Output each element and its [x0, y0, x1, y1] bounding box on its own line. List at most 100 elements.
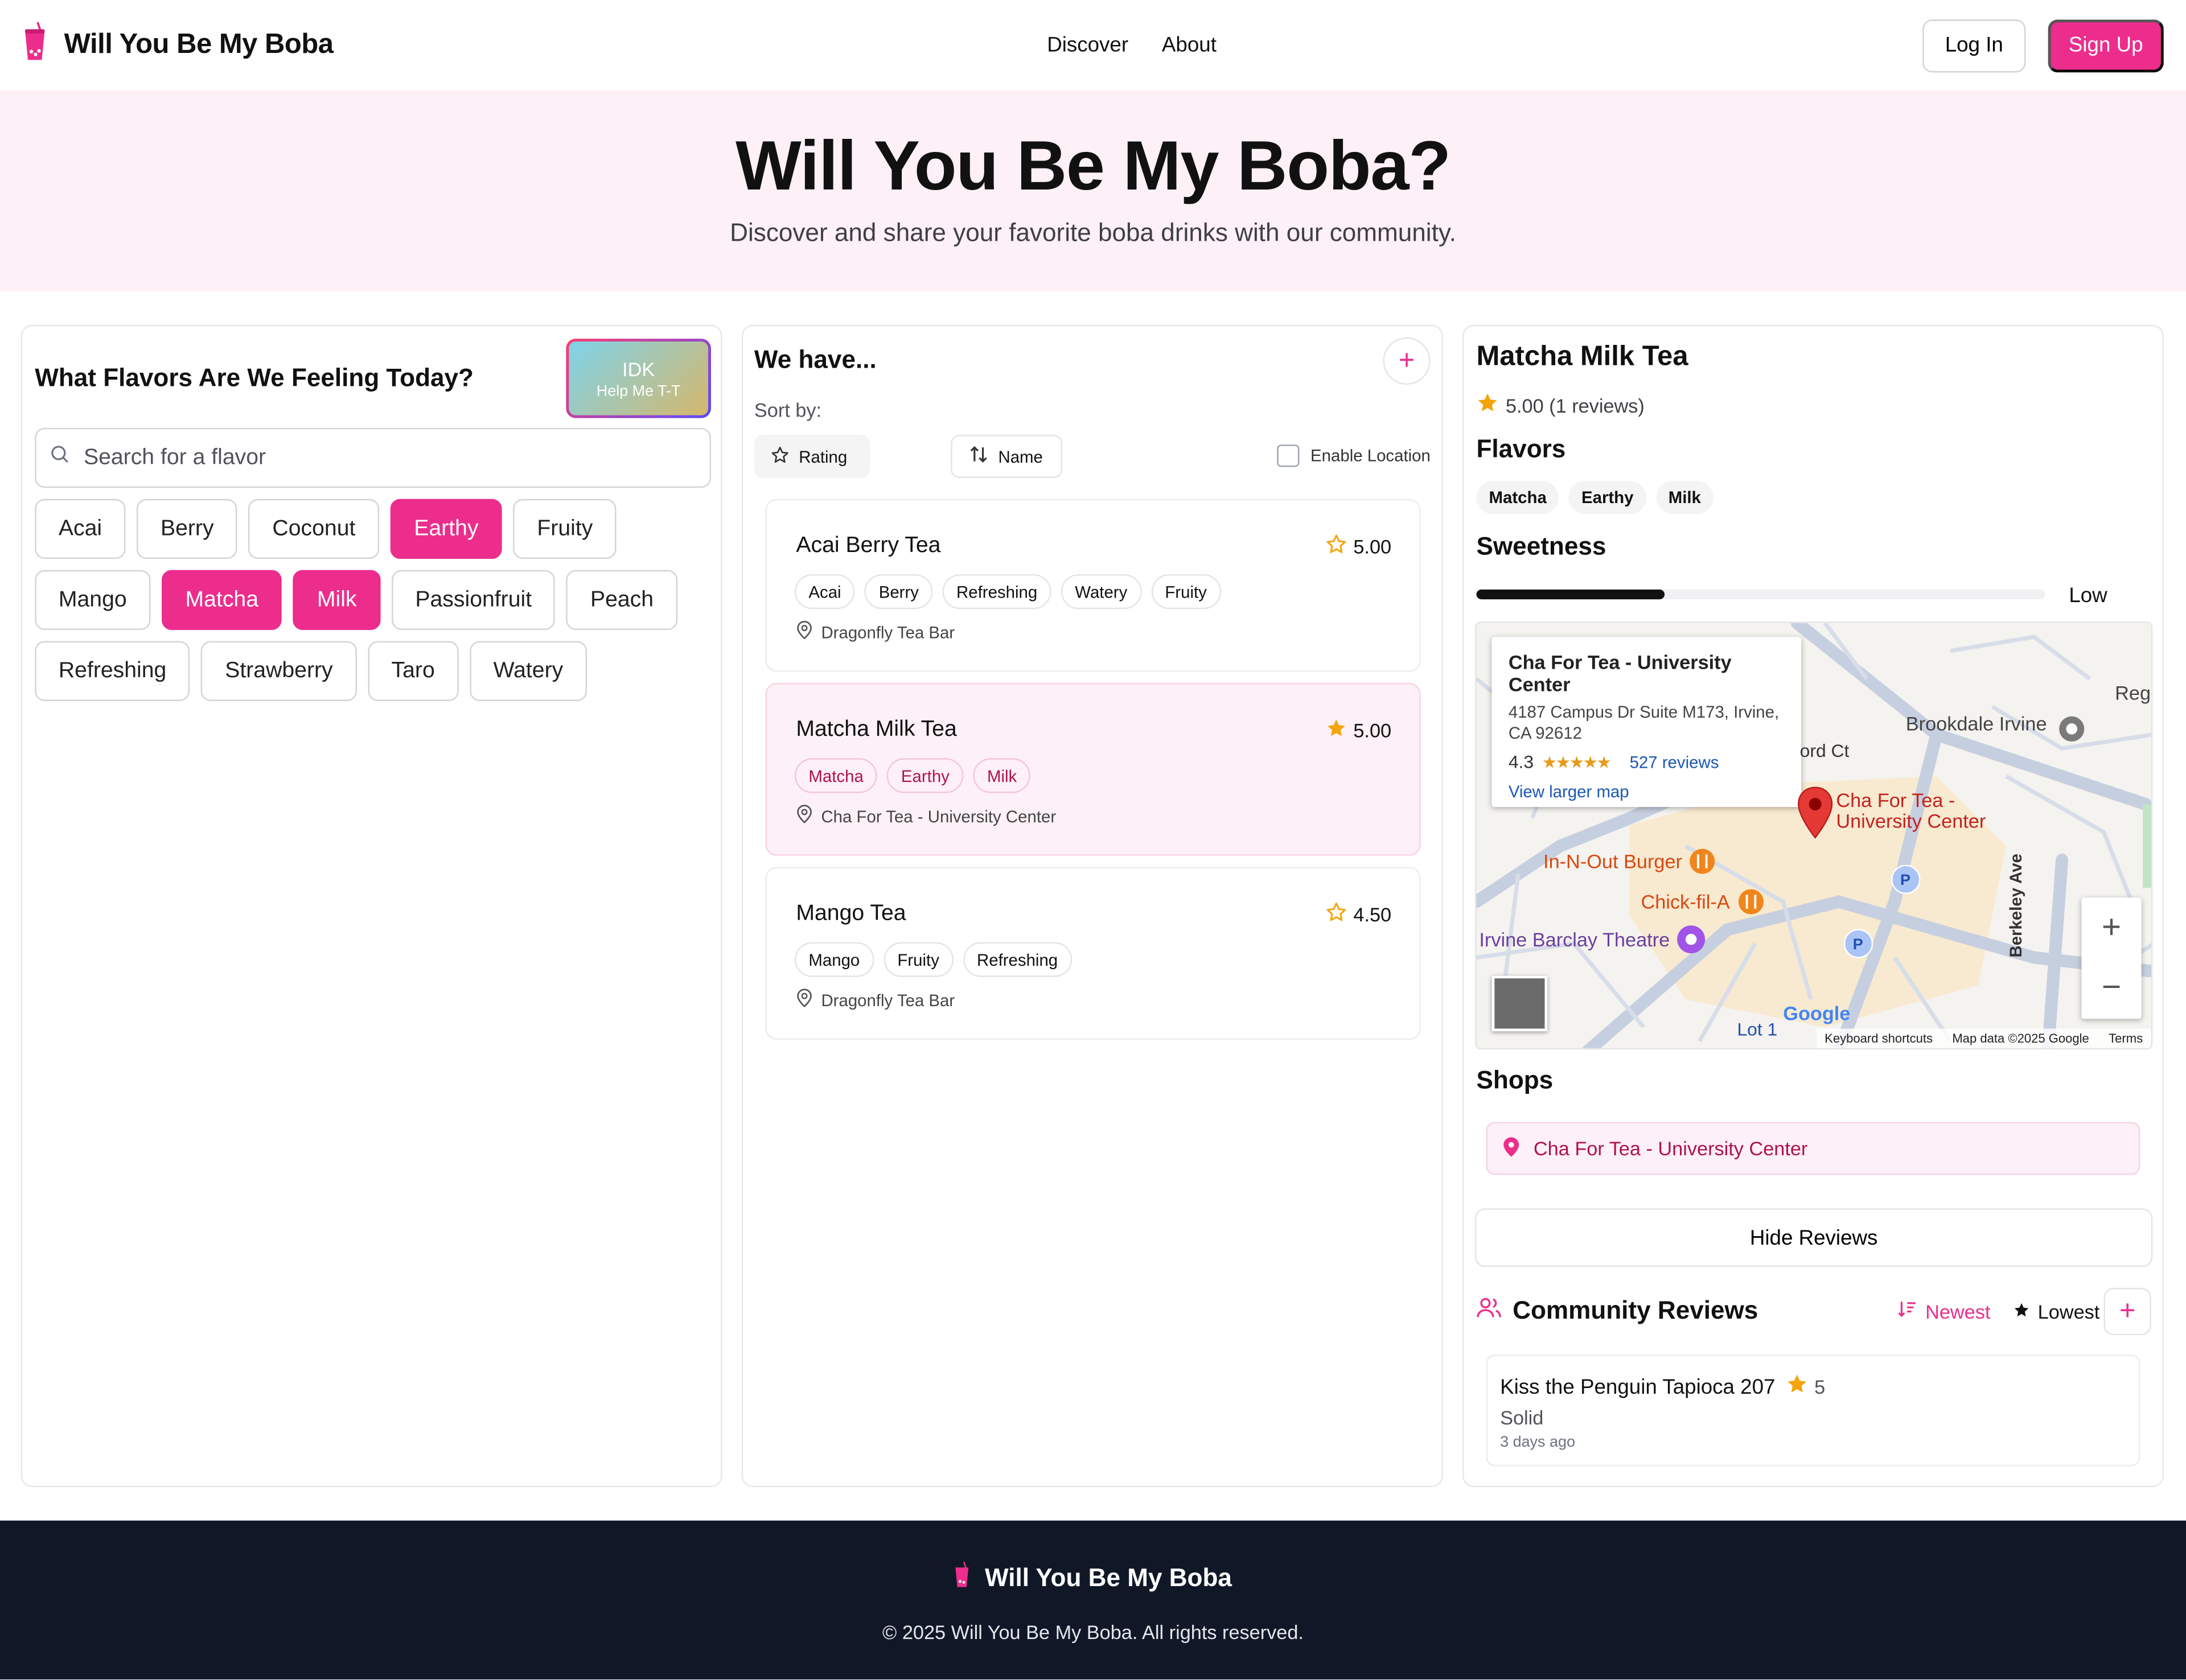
sort-rating-label: Rating: [799, 446, 848, 467]
flavor-chip[interactable]: Strawberry: [201, 641, 357, 701]
shop-map[interactable]: Cha For Tea - University Center 4187 Cam…: [1475, 621, 2153, 1050]
flavor-chip[interactable]: Matcha: [161, 570, 282, 630]
satellite-toggle-icon[interactable]: [1491, 975, 1548, 1032]
drink-tag: Matcha: [794, 758, 878, 793]
map-data: Map data ©2025 Google: [1952, 1031, 2089, 1045]
flavor-chip[interactable]: Earthy: [390, 499, 503, 559]
flavor-panel-title: What Flavors Are We Feeling Today?: [35, 364, 474, 392]
drink-name: Matcha Milk Tea: [796, 718, 957, 742]
flavor-chip[interactable]: Passionfruit: [391, 570, 556, 630]
idk-subtitle: Help Me T-T: [596, 383, 681, 400]
drink-card-rating: 4.50: [1325, 902, 1391, 927]
drink-name: Acai Berry Tea: [796, 533, 941, 558]
location-icon: [796, 620, 812, 644]
add-drink-button[interactable]: +: [1383, 337, 1431, 385]
add-review-button[interactable]: +: [2103, 1287, 2151, 1336]
flavor-chip[interactable]: Coconut: [248, 499, 380, 559]
search-icon: [50, 444, 69, 471]
detail-flavor-tag: Earthy: [1568, 480, 1646, 514]
map-reviews-link[interactable]: 527 reviews: [1630, 752, 1719, 771]
footer-brand: Will You Be My Boba: [0, 1561, 2186, 1596]
google-logo: Google: [1783, 1002, 1851, 1025]
map-zoom-controls: + −: [2081, 897, 2142, 1019]
sort-lowest-button[interactable]: Lowest: [2038, 1300, 2100, 1322]
drink-rating-value: 4.50: [1353, 903, 1392, 926]
sweetness-fill: [1476, 589, 1665, 600]
flavor-chip[interactable]: Fruity: [513, 499, 617, 559]
brand[interactable]: Will You Be My Boba: [22, 21, 334, 70]
sweetness-bar: [1476, 589, 2045, 600]
review-text: Solid: [1500, 1406, 1544, 1429]
flavor-chip[interactable]: Berry: [137, 499, 238, 559]
drink-card[interactable]: Mango Tea 4.50 Mango Fruity Refreshing Dragon…: [765, 867, 1421, 1040]
map-pin-icon: [1502, 1135, 1521, 1162]
drink-card[interactable]: Acai Berry Tea 5.00 Acai Berry Refreshing Wat…: [765, 499, 1421, 672]
review-time: 3 days ago: [1500, 1434, 1575, 1451]
review-shop: Kiss the Penguin Tapioca 207: [1500, 1374, 1776, 1399]
nav-discover[interactable]: Discover: [1047, 34, 1128, 57]
flavor-chip[interactable]: Refreshing: [35, 641, 190, 701]
flavor-chip[interactable]: Taro: [367, 641, 459, 701]
flavor-chip[interactable]: Mango: [35, 570, 151, 630]
drink-name: Mango Tea: [796, 901, 906, 926]
map-label-innout: In-N-Out Burger: [1543, 850, 1682, 873]
shop-item[interactable]: Cha For Tea - University Center: [1486, 1122, 2140, 1175]
drink-tag: Refreshing: [942, 574, 1051, 610]
zoom-in-icon[interactable]: +: [2081, 897, 2141, 957]
flavor-chip[interactable]: Peach: [566, 570, 677, 630]
review-star-icon: [1786, 1373, 1809, 1401]
map-terms[interactable]: Terms: [2109, 1031, 2143, 1045]
flavor-chip[interactable]: Watery: [469, 641, 587, 701]
view-larger-map-link[interactable]: View larger map: [1509, 782, 1785, 801]
hero: Will You Be My Boba? Discover and share …: [0, 90, 2186, 291]
map-shortcuts[interactable]: Keyboard shortcuts: [1825, 1031, 1933, 1045]
plus-icon: +: [1398, 345, 1415, 376]
map-label-rege: Rege: [2115, 681, 2151, 704]
star-icon: [1325, 534, 1346, 559]
flavor-chip[interactable]: Acai: [35, 499, 126, 559]
sort-label: Sort by:: [754, 398, 822, 421]
login-button[interactable]: Log In: [1922, 19, 2026, 72]
drink-card[interactable]: Matcha Milk Tea 5.00 Matcha Earthy Milk Cha F…: [765, 683, 1421, 856]
plus-icon-2: +: [2119, 1295, 2136, 1327]
zoom-out-icon[interactable]: −: [2081, 957, 2141, 1017]
drink-list: Acai Berry Tea 5.00 Acai Berry Refreshing Wat…: [765, 499, 1421, 1054]
brand-name: Will You Be My Boba: [64, 29, 334, 60]
community-reviews-title: Community Reviews: [1513, 1296, 1758, 1324]
footer-boba-icon: [954, 1561, 971, 1596]
location-checkbox[interactable]: [1277, 444, 1300, 467]
users-icon: [1476, 1296, 1501, 1325]
map-label-barclay: Irvine Barclay Theatre: [1479, 928, 1670, 951]
location-label: Enable Location: [1310, 446, 1431, 466]
drink-tag: Mango: [794, 942, 874, 977]
idk-button[interactable]: IDK Help Me T-T: [566, 339, 711, 418]
flavor-search-input[interactable]: [83, 445, 669, 471]
page: Will You Be My Boba Discover About Log I…: [0, 0, 2186, 1680]
drink-tag: Berry: [865, 574, 933, 610]
sort-newest-button[interactable]: Newest: [1925, 1300, 1990, 1322]
flavor-chip[interactable]: Milk: [293, 570, 381, 630]
drink-rating-value: 5.00: [1353, 535, 1392, 558]
drink-tag: Earthy: [887, 758, 964, 793]
map-rating-value: 4.3: [1508, 751, 1534, 772]
drink-tag: Acai: [794, 574, 856, 610]
rating-stars-icon: ★★★★★: [1542, 752, 1612, 772]
signup-button[interactable]: Sign Up: [2048, 19, 2164, 72]
nav-about[interactable]: About: [1162, 34, 1217, 57]
hero-subtitle: Discover and share your favorite boba dr…: [730, 219, 1456, 247]
sort-name-button[interactable]: Name: [951, 435, 1063, 479]
star-icon: [1476, 392, 1498, 418]
idk-title: IDK: [622, 358, 655, 381]
drink-shop-name: Dragonfly Tea Bar: [821, 990, 955, 1010]
drink-shop-name: Cha For Tea - University Center: [821, 806, 1057, 826]
location-icon: [796, 988, 812, 1012]
sort-rating-button[interactable]: Rating: [754, 435, 870, 479]
drink-shop: Dragonfly Tea Bar: [796, 988, 955, 1012]
hide-reviews-button[interactable]: Hide Reviews: [1475, 1208, 2153, 1267]
map-label-brookdale: Brookdale Irvine: [1905, 712, 2047, 735]
svg-text:P: P: [1853, 936, 1863, 953]
map-pin-label: Cha For Tea - University Center: [1836, 789, 1986, 833]
enable-location[interactable]: Enable Location: [1277, 444, 1431, 467]
review-sort: Newest Lowest: [1897, 1299, 2099, 1323]
drink-card-rating: 5.00: [1325, 718, 1391, 743]
